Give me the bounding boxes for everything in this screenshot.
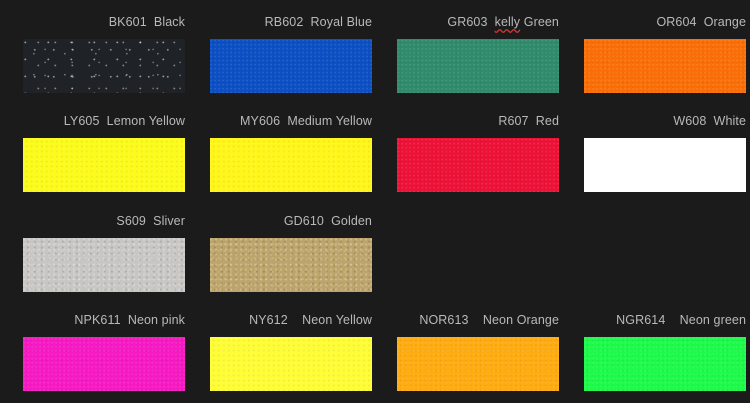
- swatch-label: BK601 Black: [109, 15, 185, 30]
- swatch-code: BK601: [108, 15, 147, 29]
- swatch-label: GR603 kelly Green: [447, 15, 559, 30]
- color-swatch: [23, 337, 185, 391]
- swatch-card-ny612: NY612 Neon Yellow: [210, 313, 372, 403]
- swatch-code: LY605: [63, 114, 100, 128]
- swatch-name: Neon green: [679, 313, 746, 327]
- swatch-name: Medium Yellow: [287, 114, 372, 128]
- swatch-card-rb602: RB602 Royal Blue: [210, 15, 372, 105]
- swatch-code: GR603: [447, 15, 488, 29]
- swatch-code: R607: [498, 114, 529, 128]
- swatch-label: NGR614 Neon green: [616, 313, 746, 328]
- swatch-label: GD610 Golden: [284, 214, 372, 229]
- swatch-name: Black: [153, 15, 185, 29]
- color-swatch: [210, 39, 372, 93]
- swatch-code: NPK611: [74, 313, 121, 327]
- color-swatch: [23, 39, 185, 93]
- swatch-name: Neon Orange: [482, 313, 559, 327]
- swatch-label: NPK611 Neon pink: [74, 313, 185, 328]
- color-swatch: [23, 138, 185, 192]
- swatch-name: Orange: [703, 15, 746, 29]
- swatch-label: MY606 Medium Yellow: [240, 114, 372, 129]
- swatch-name: Royal Blue: [310, 15, 372, 29]
- swatch-card-gd610: GD610 Golden: [210, 214, 372, 304]
- color-swatch: [23, 238, 185, 292]
- swatch-code: MY606: [240, 114, 281, 128]
- swatch-card-s609: S609 Sliver: [23, 214, 185, 304]
- swatch-card-or604: OR604 Orange: [584, 15, 746, 105]
- swatch-label: NOR613 Neon Orange: [419, 313, 559, 328]
- color-swatch: [210, 238, 372, 292]
- color-swatch: [584, 39, 746, 93]
- swatch-card-ngr614: NGR614 Neon green: [584, 313, 746, 403]
- swatch-label: OR604 Orange: [656, 15, 746, 30]
- swatch-card-my606: MY606 Medium Yellow: [210, 114, 372, 204]
- swatch-name-group: kelly Green: [495, 15, 559, 29]
- swatch-name-rest: Green: [520, 15, 559, 29]
- color-swatch: [397, 39, 559, 93]
- color-swatch: [584, 138, 746, 192]
- swatch-name: Sliver: [153, 214, 185, 228]
- swatch-code: GD610: [283, 214, 324, 228]
- swatch-code: W608: [673, 114, 707, 128]
- swatch-name: White: [713, 114, 746, 128]
- swatch-name: Golden: [331, 214, 372, 228]
- swatch-card-npk611: NPK611 Neon pink: [23, 313, 185, 403]
- swatch-card-bk601: BK601 Black: [23, 15, 185, 105]
- color-swatch: [584, 337, 746, 391]
- swatch-label: W608 White: [673, 114, 746, 129]
- swatch-code: NOR613: [419, 313, 469, 327]
- swatch-label: RB602 Royal Blue: [265, 15, 372, 30]
- swatch-card-w608: W608 White: [584, 114, 746, 204]
- swatch-name: Neon pink: [127, 313, 185, 327]
- swatch-name: Neon Yellow: [302, 313, 372, 327]
- swatch-card-nor613: NOR613 Neon Orange: [397, 313, 559, 403]
- swatch-card-gr603: GR603 kelly Green: [397, 15, 559, 105]
- swatch-code: NGR614: [616, 313, 666, 327]
- color-swatch-chart: BK601 Black RB602 Royal Blue GR603 kelly…: [0, 0, 750, 403]
- swatch-label: S609 Sliver: [116, 214, 185, 229]
- swatch-name: Lemon Yellow: [106, 114, 185, 128]
- swatch-label: LY605 Lemon Yellow: [64, 114, 185, 129]
- color-swatch: [210, 337, 372, 391]
- swatch-code: OR604: [656, 15, 697, 29]
- swatch-card-ly605: LY605 Lemon Yellow: [23, 114, 185, 204]
- swatch-code: S609: [116, 214, 146, 228]
- color-swatch: [210, 138, 372, 192]
- swatch-label: R607 Red: [498, 114, 559, 129]
- swatch-card-r607: R607 Red: [397, 114, 559, 204]
- swatch-code: NY612: [249, 313, 288, 327]
- color-swatch: [397, 337, 559, 391]
- swatch-name: Red: [535, 114, 559, 128]
- color-swatch: [397, 138, 559, 192]
- swatch-name-first-word: kelly: [494, 15, 521, 29]
- swatch-code: RB602: [264, 15, 304, 29]
- swatch-label: NY612 Neon Yellow: [249, 313, 372, 328]
